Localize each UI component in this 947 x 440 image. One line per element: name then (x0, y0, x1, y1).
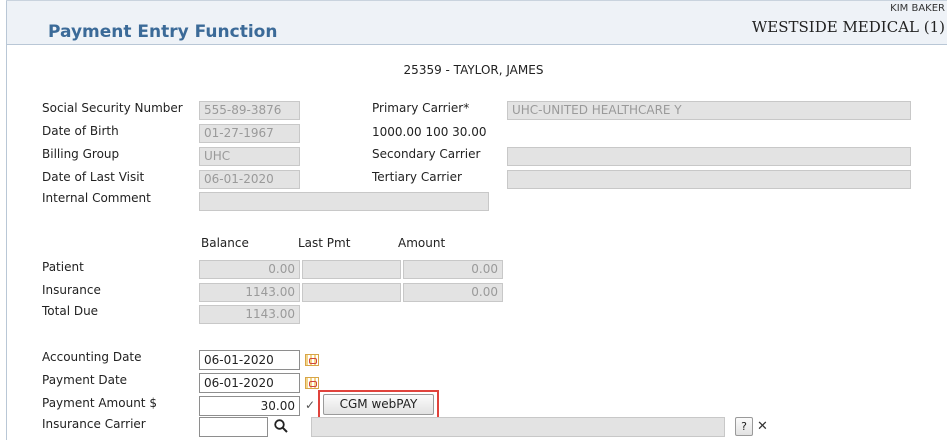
clear-icon[interactable]: ✕ (757, 419, 768, 434)
insurance-carrier-label: Insurance Carrier (42, 417, 146, 431)
patient-row-label: Patient (42, 260, 84, 274)
patient-last-pmt (302, 260, 401, 279)
insurance-amount: 0.00 (403, 283, 503, 302)
secondary-carrier-label: Secondary Carrier (372, 147, 481, 161)
internal-comment-field (199, 192, 489, 211)
insurance-last-pmt (302, 283, 401, 302)
tertiary-carrier-label: Tertiary Carrier (372, 170, 462, 184)
tertiary-carrier-field (507, 170, 911, 189)
page-title: Payment Entry Function (48, 22, 278, 42)
header-divider (7, 44, 947, 45)
total-due-label: Total Due (42, 304, 99, 318)
search-icon[interactable] (273, 418, 289, 434)
check-icon: ✓ (305, 398, 316, 412)
payment-date-label: Payment Date (42, 373, 128, 387)
insurance-carrier-input[interactable] (199, 417, 268, 437)
user-name: KIM BAKER (890, 3, 945, 14)
total-due-balance: 1143.00 (199, 305, 300, 324)
patient-heading: 25359 - TAYLOR, JAMES (403, 63, 544, 77)
accounting-date-label: Accounting Date (42, 350, 142, 364)
amount-column-header: Amount (398, 236, 446, 250)
dob-field: 01-27-1967 (199, 124, 300, 143)
secondary-carrier-field (507, 147, 911, 166)
organization-name: WESTSIDE MEDICAL (1) (751, 18, 945, 36)
cgm-webpay-button[interactable]: CGM webPAY (323, 394, 434, 415)
patient-amount: 0.00 (403, 260, 503, 279)
internal-comment-label: Internal Comment (42, 191, 151, 205)
primary-carrier-details: 1000.00 100 30.00 (372, 125, 487, 139)
payment-amount-input[interactable]: 30.00 (199, 396, 300, 416)
payment-date-input[interactable]: 06-01-2020 (199, 373, 300, 393)
balance-column-header: Balance (201, 236, 249, 250)
last-pmt-column-header: Last Pmt (298, 236, 351, 250)
payment-date-calendar-icon[interactable] (305, 377, 319, 389)
ssn-label: Social Security Number (42, 101, 183, 115)
insurance-carrier-name-field (311, 417, 725, 437)
insurance-balance: 1143.00 (199, 283, 300, 302)
payment-amount-label: Payment Amount $ (42, 396, 157, 410)
billing-group-label: Billing Group (42, 147, 120, 161)
last-visit-field: 06-01-2020 (199, 170, 300, 189)
ssn-field: 555-89-3876 (199, 101, 300, 120)
patient-balance: 0.00 (199, 260, 300, 279)
help-button[interactable]: ? (735, 417, 753, 436)
billing-group-field: UHC (199, 147, 300, 166)
accounting-date-calendar-icon[interactable] (305, 354, 319, 366)
dob-label: Date of Birth (42, 124, 119, 138)
primary-carrier-field: UHC-UNITED HEALTHCARE Y (507, 101, 911, 120)
insurance-row-label: Insurance (42, 283, 101, 297)
primary-carrier-label: Primary Carrier* (372, 101, 470, 115)
last-visit-label: Date of Last Visit (42, 170, 145, 184)
accounting-date-input[interactable]: 06-01-2020 (199, 350, 300, 370)
